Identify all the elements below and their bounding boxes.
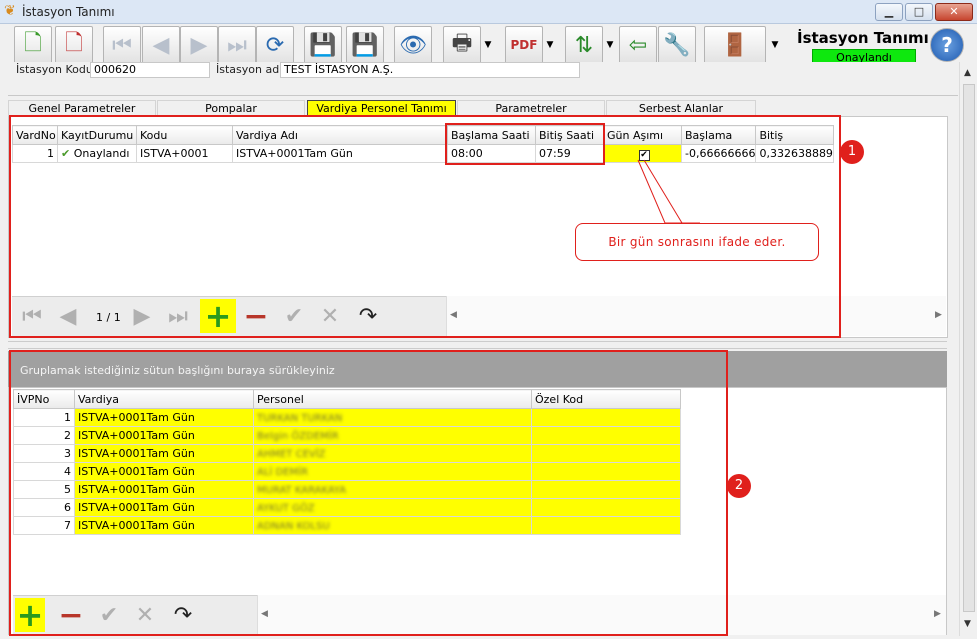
annotation-time-box: [445, 123, 605, 165]
station-name-field[interactable]: TEST İSTASYON A.Ş.: [280, 62, 580, 78]
app-butterfly-icon: ❦: [4, 3, 16, 19]
callout-pointer: [637, 159, 700, 224]
print-dropdown-icon[interactable]: ▼: [482, 26, 494, 64]
annotation-box-2: [9, 350, 728, 636]
new-document-icon[interactable]: 🗋: [14, 26, 52, 64]
scroll-right-icon[interactable]: ▶: [934, 609, 941, 619]
next-record-icon[interactable]: ▶: [180, 26, 218, 64]
scroll-down-icon[interactable]: ▼: [964, 619, 971, 629]
splitter[interactable]: [8, 341, 947, 349]
print-icon[interactable]: 🖶: [443, 26, 481, 64]
scroll-up-icon[interactable]: ▲: [964, 68, 971, 78]
title-bar: ❦ İstasyon Tanımı ▁ □ ✕: [0, 0, 977, 24]
maximize-button[interactable]: □: [905, 3, 933, 21]
save-cancel-icon[interactable]: 💾: [346, 26, 384, 64]
form-title: İstasyon Tanımı: [797, 29, 929, 47]
header-fields: İstasyon Kodu 000620 İstasyon adı TEST İ…: [8, 62, 958, 96]
pdf-export-icon[interactable]: PDF: [505, 26, 543, 64]
save-icon[interactable]: 💾: [304, 26, 342, 64]
first-record-icon[interactable]: ⏮: [103, 26, 141, 64]
annotation-badge-1: 1: [840, 140, 864, 164]
station-code-label: İstasyon Kodu: [16, 63, 93, 76]
window-title: İstasyon Tanımı: [22, 5, 115, 19]
help-icon[interactable]: ?: [930, 28, 964, 62]
minimize-button[interactable]: ▁: [875, 3, 903, 21]
vertical-scrollbar[interactable]: ▲ ▼: [959, 62, 977, 636]
last-record-icon[interactable]: ⏭: [218, 26, 256, 64]
previous-record-icon[interactable]: ◀: [142, 26, 180, 64]
callout-note: Bir gün sonrasını ifade eder.: [575, 223, 819, 261]
settings-wrench-icon[interactable]: 🔧: [658, 26, 696, 64]
station-name-label: İstasyon adı: [216, 63, 283, 76]
delete-document-icon[interactable]: 🗋: [55, 26, 93, 64]
annotation-badge-2: 2: [727, 474, 751, 498]
preview-icon[interactable]: 👁: [394, 26, 432, 64]
refresh-icon[interactable]: ⟳: [256, 26, 294, 64]
transfer-dropdown-icon[interactable]: ▼: [604, 26, 616, 64]
close-button[interactable]: ✕: [935, 3, 973, 21]
import-icon[interactable]: ⇦: [619, 26, 657, 64]
station-code-field[interactable]: 000620: [90, 62, 210, 78]
scroll-right-icon[interactable]: ▶: [935, 310, 942, 320]
pdf-dropdown-icon[interactable]: ▼: [544, 26, 556, 64]
exit-door-icon[interactable]: 🚪: [704, 26, 766, 64]
exit-dropdown-icon[interactable]: ▼: [769, 26, 781, 64]
transfer-icon[interactable]: ⇅: [565, 26, 603, 64]
scroll-thumb[interactable]: [963, 84, 975, 612]
